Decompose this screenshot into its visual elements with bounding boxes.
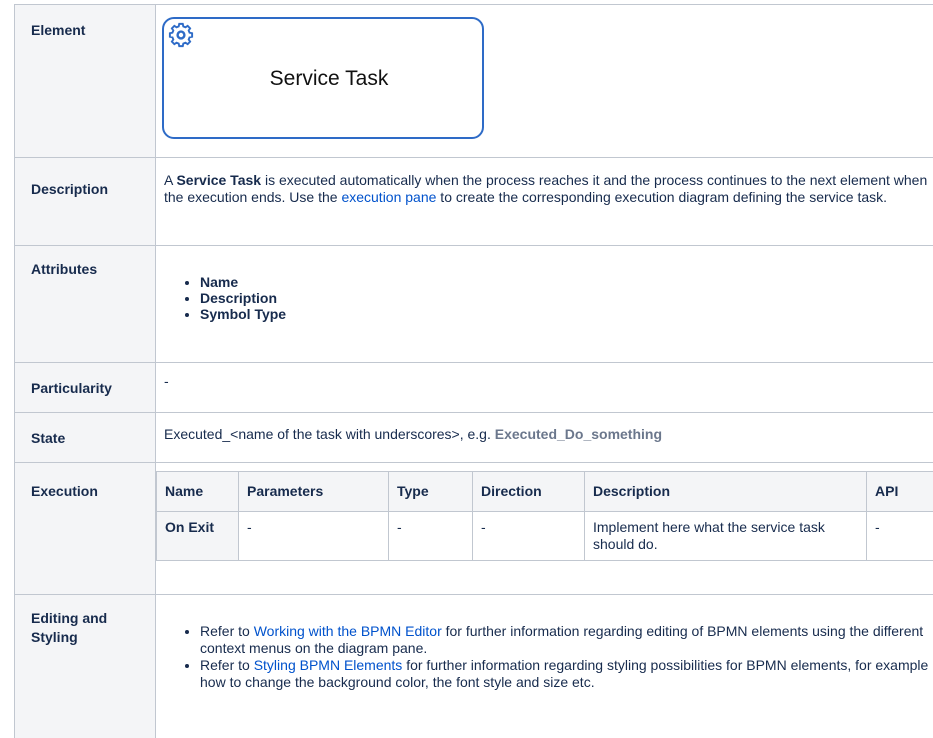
state-text: Executed_<name of the task with undersco…: [156, 413, 933, 442]
header-cell-execution: Execution: [14, 462, 156, 595]
editing-cell: Refer to Working with the BPMN Editor fo…: [155, 594, 933, 738]
styling-bpmn-link[interactable]: Styling BPMN Elements: [254, 657, 403, 673]
header-cell-editing: Editing and Styling: [14, 594, 156, 738]
page: Element Service Task Description A Servi…: [0, 0, 933, 738]
description-part: A: [164, 172, 177, 188]
description-part: to create the corresponding execution di…: [436, 189, 888, 205]
bpmn-editor-link[interactable]: Working with the BPMN Editor: [254, 623, 442, 639]
column-header: Name: [156, 471, 239, 512]
column-header: Parameters: [238, 471, 389, 512]
header-execution: Execution: [31, 483, 98, 499]
particularity-value: -: [164, 373, 169, 389]
row-state: State Executed_<name of the task with un…: [14, 412, 933, 463]
column-header: Description: [584, 471, 867, 512]
row-element: Element Service Task: [14, 4, 933, 158]
list-item: Refer to Styling BPMN Elements for furth…: [200, 657, 929, 691]
execution-table: Name Parameters Type Direction Descripti…: [156, 471, 933, 561]
row-editing: Editing and Styling Refer to Working wit…: [14, 594, 933, 738]
table-header-row: Name Parameters Type Direction Descripti…: [156, 471, 933, 512]
gear-icon: [168, 22, 194, 51]
service-task-diagram: Service Task: [162, 17, 484, 139]
header-cell-description: Description: [14, 157, 156, 246]
list-item: Symbol Type: [200, 306, 933, 322]
item-text: Refer to: [200, 623, 254, 639]
column-header: API: [866, 471, 933, 512]
column-header: Direction: [472, 471, 585, 512]
table-cell: -: [866, 511, 933, 561]
header-editing: Editing and Styling: [31, 610, 108, 645]
list-item: Description: [200, 290, 933, 306]
row-execution: Execution Name Parameters Type Direction…: [14, 462, 933, 595]
execution-pane-link[interactable]: execution pane: [341, 189, 436, 205]
description-text: A Service Task is executed automatically…: [156, 158, 933, 206]
diagram-label: Service Task: [269, 67, 389, 90]
item-text: Refer to: [200, 657, 254, 673]
column-header: Type: [388, 471, 473, 512]
header-cell-element: Element: [14, 4, 156, 158]
particularity-cell: -: [155, 362, 933, 413]
row-attributes: Attributes Name Description Symbol Type: [14, 245, 933, 363]
header-cell-particularity: Particularity: [14, 362, 156, 413]
table-cell: On Exit: [156, 511, 239, 561]
table-cell: -: [472, 511, 585, 561]
state-example: Executed_Do_something: [494, 426, 663, 442]
row-description: Description A Service Task is executed a…: [14, 157, 933, 246]
execution-cell: Name Parameters Type Direction Descripti…: [155, 462, 933, 595]
list-item: Name: [200, 274, 933, 290]
header-description: Description: [31, 181, 109, 197]
table-cell: Implement here what the service task sho…: [584, 511, 867, 561]
attributes-list: Name Description Symbol Type: [156, 274, 933, 322]
header-cell-attributes: Attributes: [14, 245, 156, 363]
table-row: On Exit - - - Implement here what the se…: [156, 511, 933, 561]
header-element: Element: [31, 22, 86, 38]
editing-list: Refer to Working with the BPMN Editor fo…: [156, 623, 933, 691]
description-cell: A Service Task is executed automatically…: [155, 157, 933, 246]
list-item: Refer to Working with the BPMN Editor fo…: [200, 623, 929, 657]
header-attributes: Attributes: [31, 261, 98, 277]
state-cell: Executed_<name of the task with undersco…: [155, 412, 933, 463]
bpmn-element-table: Element Service Task Description A Servi…: [14, 4, 933, 738]
row-particularity: Particularity -: [14, 362, 933, 413]
attributes-cell: Name Description Symbol Type: [155, 245, 933, 363]
header-particularity: Particularity: [31, 380, 112, 396]
header-state: State: [31, 430, 66, 446]
header-cell-state: State: [14, 412, 156, 463]
table-cell: -: [238, 511, 389, 561]
description-bold: Service Task: [176, 172, 262, 188]
element-cell: Service Task: [155, 4, 933, 158]
state-pattern: Executed_<name of the task with undersco…: [164, 426, 495, 442]
table-cell: -: [388, 511, 473, 561]
